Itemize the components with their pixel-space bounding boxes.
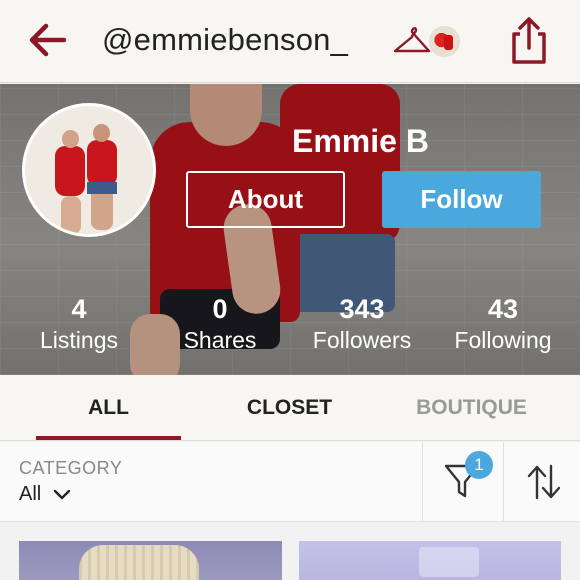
filter-count-badge: 1 <box>465 451 493 479</box>
listing-card[interactable] <box>299 541 561 580</box>
tab-all[interactable]: ALL <box>12 375 205 441</box>
closet-tabs: ALL CLOSET BOUTIQUE <box>0 375 580 441</box>
tab-boutique[interactable]: BOUTIQUE <box>375 375 568 441</box>
stat-followers[interactable]: 343 Followers <box>292 294 432 354</box>
active-tab-indicator <box>36 436 181 440</box>
category-value: All <box>19 483 42 505</box>
stat-value: 0 <box>212 294 228 324</box>
stat-value: 4 <box>71 294 87 324</box>
stat-value: 43 <box>487 294 519 324</box>
top-bar: @emmiebenson_ <box>0 0 580 83</box>
stat-label: Shares <box>183 327 257 353</box>
profile-avatar[interactable] <box>22 103 156 237</box>
stat-label: Following <box>454 327 552 353</box>
chevron-down-icon <box>53 489 70 499</box>
small-avatar <box>429 26 460 57</box>
share-icon[interactable] <box>506 14 552 66</box>
tab-closet[interactable]: CLOSET <box>193 375 386 441</box>
filter-bar <box>0 442 580 522</box>
listing-card[interactable] <box>19 541 282 580</box>
profile-display-name: Emmie B <box>292 123 429 159</box>
profile-username: @emmiebenson_ <box>102 22 349 57</box>
category-label: CATEGORY <box>19 458 123 478</box>
stat-label: Listings <box>40 327 118 353</box>
category-dropdown[interactable]: All <box>19 483 71 506</box>
about-button[interactable]: About <box>186 171 345 228</box>
listing-image <box>419 547 479 577</box>
divider <box>503 442 504 522</box>
stat-label: Followers <box>312 327 412 353</box>
follow-button[interactable]: Follow <box>382 171 541 228</box>
stat-shares[interactable]: 0 Shares <box>150 294 290 354</box>
stat-following[interactable]: 43 Following <box>433 294 573 354</box>
listing-image <box>79 545 199 580</box>
divider <box>422 442 423 522</box>
sort-arrows-icon[interactable] <box>526 462 562 502</box>
stat-listings[interactable]: 4 Listings <box>9 294 149 354</box>
hanger-icon <box>393 27 431 53</box>
stat-value: 343 <box>339 294 385 324</box>
back-arrow-icon[interactable] <box>24 18 72 62</box>
